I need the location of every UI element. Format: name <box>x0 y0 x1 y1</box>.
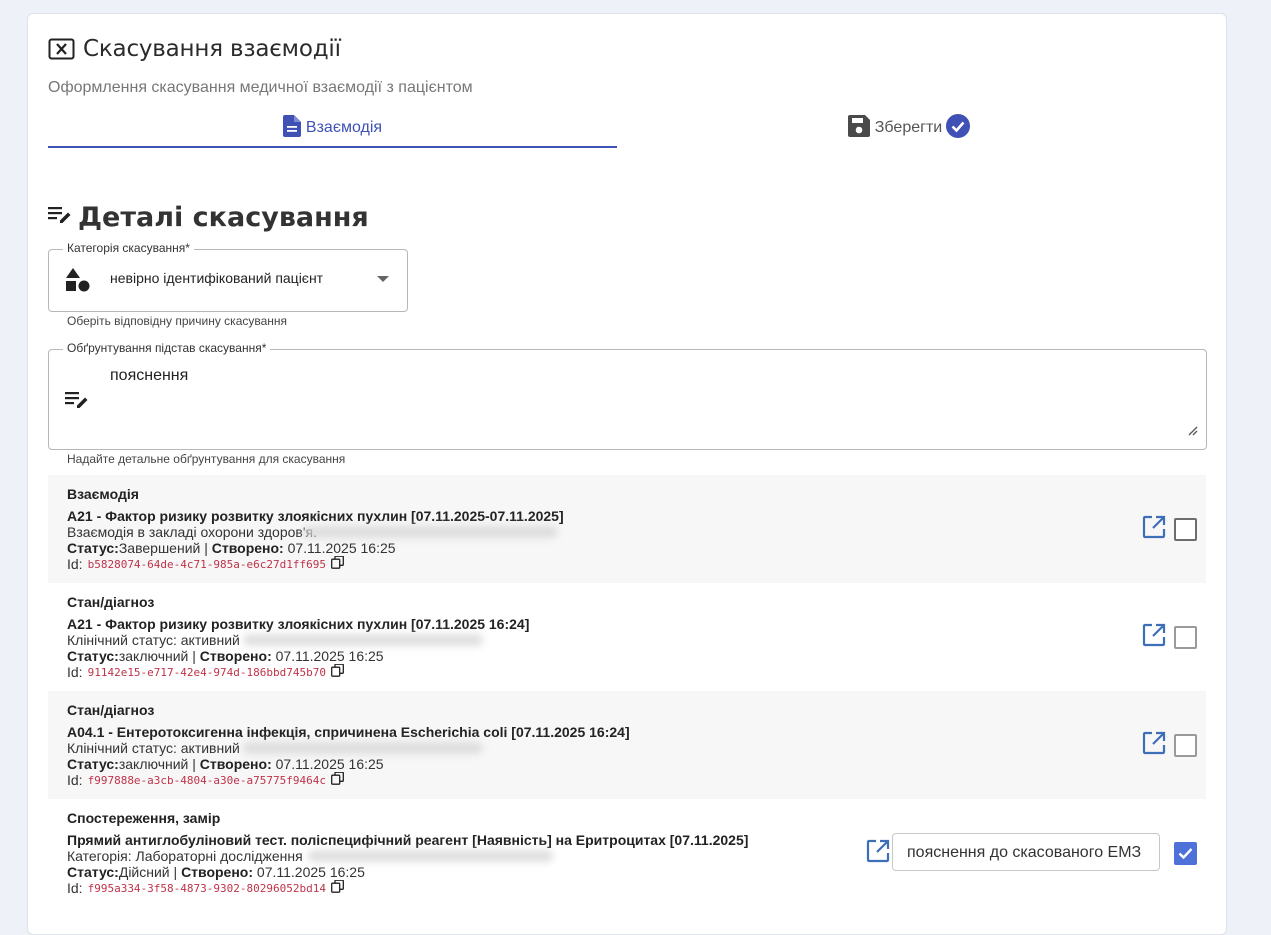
tab-save[interactable]: Зберегти <box>617 110 1206 146</box>
resize-handle-icon[interactable] <box>1186 423 1198 441</box>
item-id-line: Id: 91142e15-e717-42e4-974d-186bbd745b70 <box>67 663 344 680</box>
cancel-interaction-card: Скасування взаємодії Оформлення скасуван… <box>27 13 1227 935</box>
item-type: Взаємодія <box>67 486 139 502</box>
category-helper-text: Оберіть відповідну причину скасування <box>67 314 288 328</box>
justification-textarea[interactable]: Обґрунтування підстав скасування* поясне… <box>48 341 1207 450</box>
redacted-text <box>243 742 483 754</box>
check-circle-icon <box>946 113 975 143</box>
tab-save-label: Зберегти <box>874 119 943 136</box>
list-item: Стан/діагноз A21 - Фактор ризику розвитк… <box>48 583 1206 691</box>
item-id-line: Id: f995a334-3f58-4873-9302-80296052bd14 <box>67 879 344 896</box>
item-checkbox[interactable] <box>1174 734 1197 757</box>
item-status-line: Статус:Дійсний | Створено: 07.11.2025 16… <box>67 864 365 880</box>
open-in-new-icon[interactable] <box>1142 515 1166 544</box>
item-id-line: Id: b5828074-64de-4c71-985a-e6c27d1ff695 <box>67 555 344 572</box>
cancellation-reason-input[interactable]: пояснення до скасованого ЕМЗ <box>892 833 1160 871</box>
item-status-line: Статус:заключний | Створено: 07.11.2025 … <box>67 648 384 664</box>
item-uuid: b5828074-64de-4c71-985a-e6c27d1ff695 <box>87 557 326 571</box>
page-header: Скасування взаємодії <box>48 36 341 62</box>
category-value: невірно ідентифікований пацієнт <box>110 270 324 286</box>
floppy-disk-icon <box>847 114 875 142</box>
list-item: Стан/діагноз A04.1 - Ентеротоксигенна ін… <box>48 691 1206 799</box>
justification-value: пояснення <box>110 367 189 384</box>
page-subtitle: Оформлення скасування медичної взаємодії… <box>48 79 473 96</box>
dropdown-arrow-icon[interactable] <box>377 276 389 282</box>
item-checkbox[interactable] <box>1174 626 1197 649</box>
item-description: Категорія: Лабораторні дослідження <box>67 848 303 864</box>
section-title-text: Деталі скасування <box>78 202 369 233</box>
section-title: Деталі скасування <box>48 202 369 233</box>
copy-icon[interactable] <box>331 879 344 896</box>
item-name: A21 - Фактор ризику розвитку злоякісних … <box>67 508 564 524</box>
category-shapes-icon <box>65 268 91 297</box>
redacted-text <box>243 634 483 646</box>
item-description: Взаємодія в закладі охорони здоров'я. <box>67 524 317 540</box>
item-type: Спостереження, замір <box>67 810 221 826</box>
copy-icon[interactable] <box>331 555 344 572</box>
copy-icon[interactable] <box>331 771 344 788</box>
open-in-new-icon[interactable] <box>1142 731 1166 760</box>
category-legend: Категорія скасування* <box>63 241 194 255</box>
list-item: Спостереження, замір Прямий антиглобулін… <box>48 799 1206 907</box>
item-type: Стан/діагноз <box>67 594 155 610</box>
open-in-new-icon[interactable] <box>866 839 890 868</box>
justification-helper-text: Надайте детальне обґрунтування для скасу… <box>67 452 346 466</box>
open-in-new-icon[interactable] <box>1142 623 1166 652</box>
item-uuid: f995a334-3f58-4873-9302-80296052bd14 <box>87 881 326 895</box>
cancellation-category-select[interactable]: Категорія скасування* невірно ідентифіко… <box>48 241 408 312</box>
edit-note-icon <box>48 205 72 230</box>
item-uuid: f997888e-a3cb-4804-a30e-a75775f9464c <box>87 773 326 787</box>
tab-interaction[interactable]: Взаємодія <box>48 110 617 148</box>
tab-bar: Взаємодія Зберегти <box>48 110 1206 148</box>
item-checkbox[interactable] <box>1174 518 1197 541</box>
item-name: A21 - Фактор ризику розвитку злоякісних … <box>67 616 530 632</box>
copy-icon[interactable] <box>331 663 344 680</box>
tab-interaction-label: Взаємодія <box>305 119 383 136</box>
edit-note-icon <box>65 390 89 415</box>
document-icon <box>282 114 306 142</box>
item-name: Прямий антиглобуліновий тест. поліспециф… <box>67 832 749 848</box>
item-uuid: 91142e15-e717-42e4-974d-186bbd745b70 <box>87 665 326 679</box>
item-checkbox-checked[interactable] <box>1174 842 1197 865</box>
justification-legend: Обґрунтування підстав скасування* <box>63 341 271 355</box>
redacted-text <box>308 850 553 862</box>
redacted-text <box>303 526 558 538</box>
item-id-line: Id: f997888e-a3cb-4804-a30e-a75775f9464c <box>67 771 344 788</box>
list-item: Взаємодія A21 - Фактор ризику розвитку з… <box>48 475 1206 583</box>
item-status-line: Статус:Завершений | Створено: 07.11.2025… <box>67 540 396 556</box>
item-description: Клінічний статус: активний <box>67 632 240 648</box>
cancel-box-icon <box>48 38 75 60</box>
item-description: Клінічний статус: активний <box>67 740 240 756</box>
item-name: A04.1 - Ентеротоксигенна інфекція, сприч… <box>67 724 630 740</box>
item-status-line: Статус:заключний | Створено: 07.11.2025 … <box>67 756 384 772</box>
item-type: Стан/діагноз <box>67 702 155 718</box>
page-title: Скасування взаємодії <box>83 36 341 62</box>
